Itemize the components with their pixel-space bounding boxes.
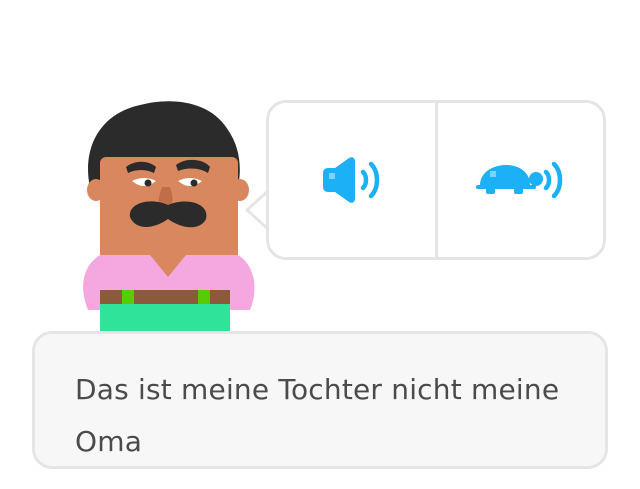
character-illustration bbox=[83, 101, 255, 335]
speech-bubble bbox=[266, 100, 606, 260]
character-belt bbox=[100, 290, 230, 304]
play-slow-audio-button[interactable] bbox=[438, 103, 604, 257]
play-audio-button[interactable] bbox=[269, 103, 435, 257]
answer-textarea[interactable]: Das ist meine Tochter nicht meine Oma bbox=[32, 331, 608, 469]
speaker-icon bbox=[322, 157, 379, 203]
answer-text: Das ist meine Tochter nicht meine Oma bbox=[75, 373, 560, 458]
character-pupil-right bbox=[190, 179, 198, 187]
turtle-speaker-icon bbox=[476, 161, 563, 199]
character-ear-left bbox=[87, 179, 105, 201]
character-pupil-left bbox=[144, 179, 152, 187]
